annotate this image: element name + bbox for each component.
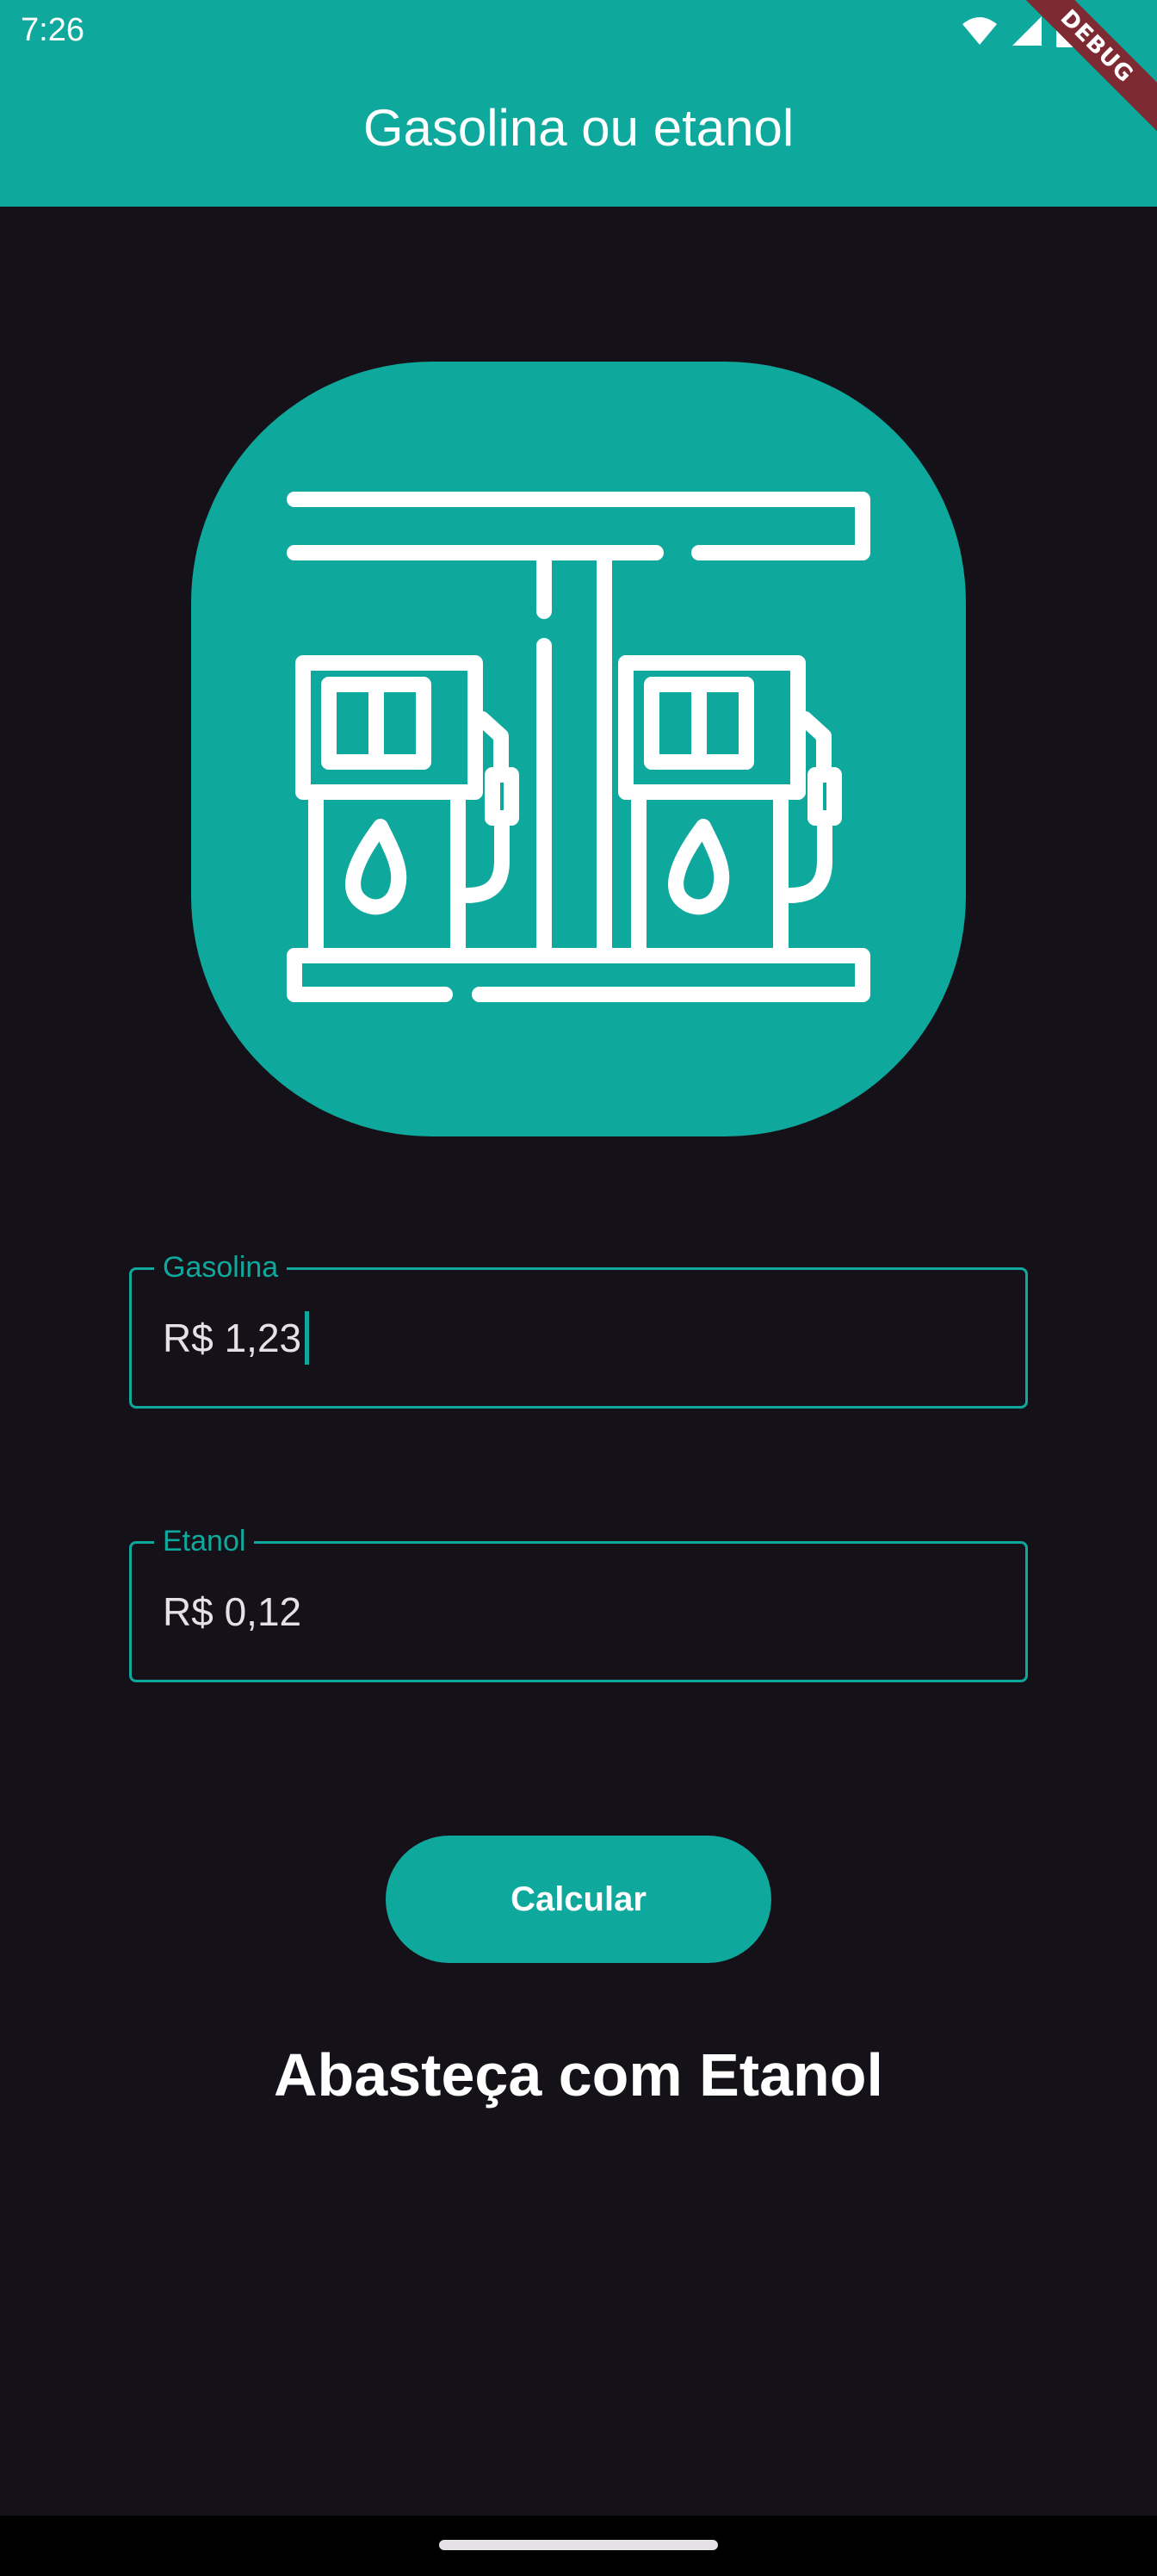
gasolina-field[interactable]: Gasolina R$ 1,23 xyxy=(129,1251,1028,1409)
app-bar: Gasolina ou etanol xyxy=(0,62,1157,207)
etanol-field[interactable]: Etanol R$ 0,12 xyxy=(129,1525,1028,1682)
gasolina-input[interactable]: R$ 1,23 xyxy=(163,1311,310,1365)
wifi-icon xyxy=(962,17,997,45)
cellular-signal-icon xyxy=(1012,16,1042,46)
gasolina-value: R$ 1,23 xyxy=(163,1316,302,1360)
etanol-label: Etanol xyxy=(154,1525,255,1558)
gas-station-icon xyxy=(287,492,870,1002)
etanol-input[interactable]: R$ 0,12 xyxy=(163,1588,301,1635)
status-time: 7:26 xyxy=(21,12,84,48)
page-title: Gasolina ou etanol xyxy=(362,98,795,157)
result-text: Abasteça com Etanol xyxy=(274,2041,883,2108)
app-screen: 7:26 Gasolina ou etanol DEBUG Gasolina R… xyxy=(0,0,1157,2576)
status-icons xyxy=(961,12,1074,50)
app-logo xyxy=(191,362,966,1136)
battery-icon xyxy=(1056,14,1073,47)
etanol-value: R$ 0,12 xyxy=(163,1589,302,1634)
calculate-button[interactable]: Calcular xyxy=(386,1836,771,1963)
status-bar: 7:26 xyxy=(0,0,1157,62)
home-gesture-handle[interactable] xyxy=(439,2540,718,2550)
gasolina-label: Gasolina xyxy=(154,1251,288,1285)
text-cursor xyxy=(305,1311,310,1365)
